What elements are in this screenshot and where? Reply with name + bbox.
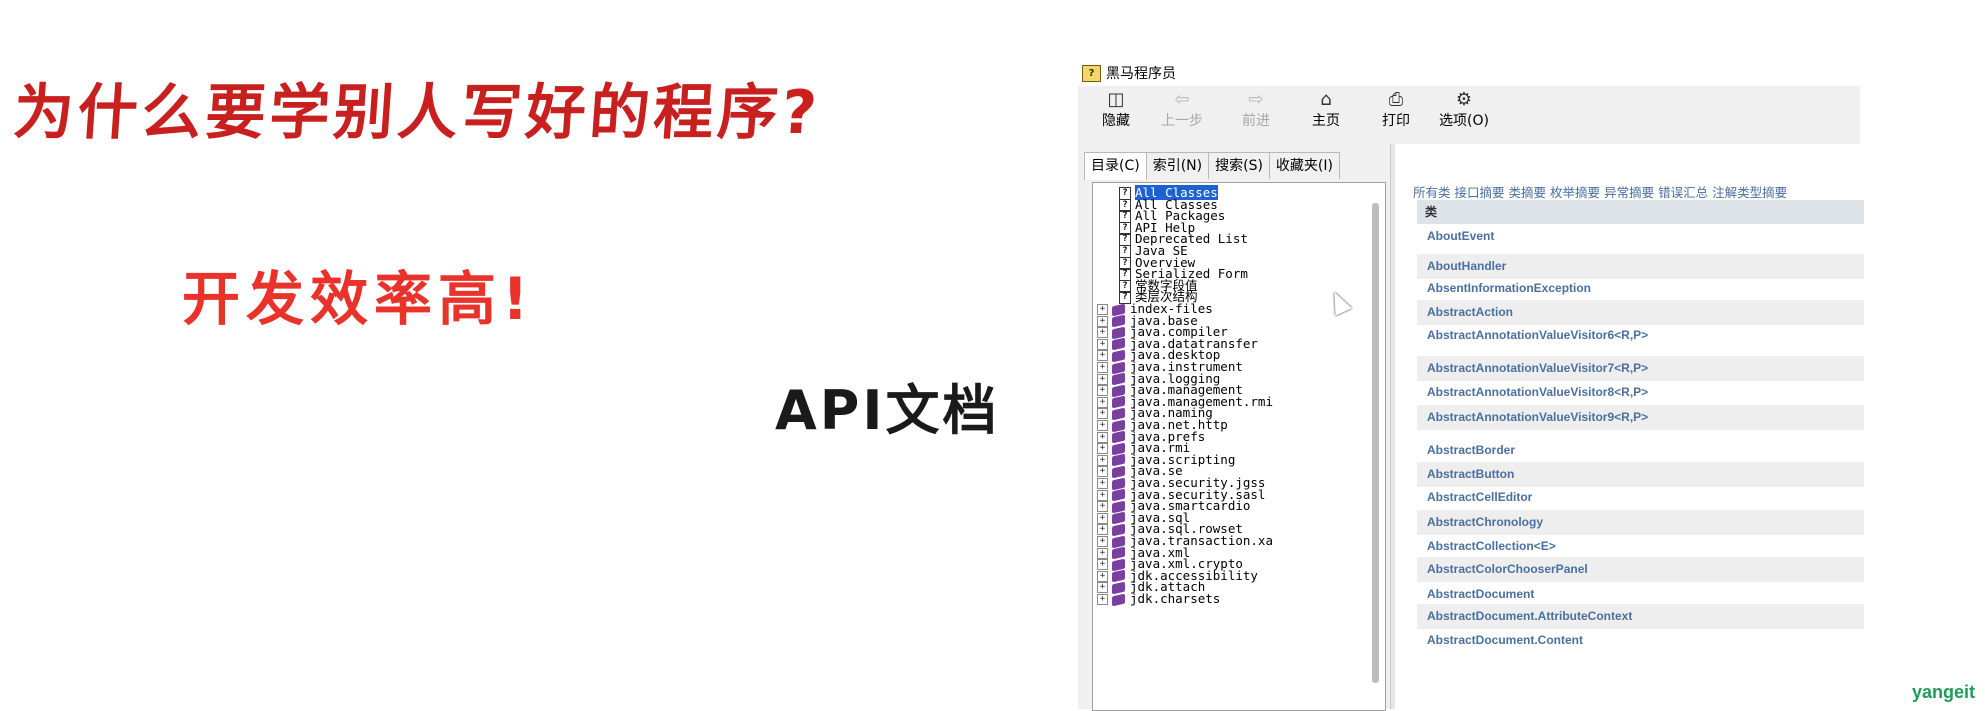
book-icon [1112,593,1125,606]
class-table-header: 类 [1417,200,1864,224]
home-icon: ⌂ [1320,89,1332,110]
class-link[interactable]: AbstractAnnotationValueVisitor8<R,P> [1417,380,1864,405]
class-link[interactable]: AboutEvent [1417,224,1864,249]
tree-item-label: jdk.charsets [1130,591,1221,606]
help-app-icon: ? [1082,64,1101,82]
content-pane: 所有类 接口摘要 类摘要 枚举摘要 异常摘要 错误汇总 注解类型摘要 类 AboutEven… [1391,144,1864,709]
class-link[interactable]: AbstractCellEditor [1417,485,1864,510]
contents-tree[interactable]: ? All Classes? All Classes? All Packages? AP… [1092,182,1386,711]
class-link[interactable]: AbstractBorder [1417,438,1864,463]
navigation-pane: 目录(C) 索引(N) 搜索(S) 收藏夹(I) ? All Classes? Al… [1078,144,1391,711]
forward-button[interactable]: ⇨ 前进 [1224,88,1288,140]
forward-arrow-icon: ⇨ [1248,89,1264,110]
class-link[interactable]: AbstractButton [1417,462,1864,487]
summary-link[interactable]: 异常摘要 [1604,185,1654,200]
tab-index[interactable]: 索引(N) [1145,152,1210,179]
help-window: ? 黑马程序员 ◫ 隐藏 ⇦ 上一步 ⇨ 前进 ⌂ 主页 ⎙ 打印 ⚙ 选项(O… [1078,60,1864,711]
summary-link[interactable]: 接口摘要 [1455,185,1505,200]
api-doc-label: API文档 [775,379,1000,442]
options-button[interactable]: ⚙ 选项(O) [1432,88,1496,140]
tree-item-package[interactable]: + jdk.charsets [1097,592,1220,606]
summary-link[interactable]: 注解类型摘要 [1712,185,1787,200]
summary-link[interactable]: 类摘要 [1509,185,1547,200]
class-link[interactable]: AbsentInformationException [1417,276,1864,301]
tree-scrollbar[interactable] [1372,203,1379,683]
tab-search[interactable]: 搜索(S) [1208,152,1270,179]
tab-contents[interactable]: 目录(C) [1084,152,1147,180]
class-link[interactable]: AbstractCollection<E> [1417,534,1864,559]
summary-link[interactable]: 所有类 [1413,185,1451,200]
window-titlebar: ? 黑马程序员 [1078,60,1860,86]
toolbar: ◫ 隐藏 ⇦ 上一步 ⇨ 前进 ⌂ 主页 ⎙ 打印 ⚙ 选项(O) [1078,86,1860,145]
class-link[interactable]: AbstractChronology [1417,510,1864,535]
hide-pane-icon: ◫ [1107,89,1125,110]
hide-button[interactable]: ◫ 隐藏 [1084,88,1148,140]
class-link[interactable]: AbstractAction [1417,300,1864,325]
class-link[interactable]: AbstractDocument.Content [1417,628,1864,653]
print-button[interactable]: ⎙ 打印 [1364,88,1428,140]
class-link[interactable]: AbstractAnnotationValueVisitor7<R,P> [1417,356,1864,381]
summary-link[interactable]: 错误汇总 [1658,185,1708,200]
nav-tabs: 目录(C) 索引(N) 搜索(S) 收藏夹(I) [1084,152,1340,180]
class-link[interactable]: AbstractDocument.AttributeContext [1417,604,1864,629]
class-link[interactable]: AbstractColorChooserPanel [1417,557,1864,582]
slide-title: 为什么要学别人写好的程序? [11,78,823,148]
back-arrow-icon: ⇦ [1174,89,1190,110]
tab-favorites[interactable]: 收藏夹(I) [1268,152,1340,179]
back-button[interactable]: ⇦ 上一步 [1150,88,1214,140]
options-icon: ⚙ [1455,89,1473,110]
window-title: 黑马程序员 [1106,66,1176,82]
expand-icon[interactable]: + [1097,594,1108,605]
summary-links: 所有类 接口摘要 类摘要 枚举摘要 异常摘要 错误汇总 注解类型摘要 [1413,182,1791,201]
class-link[interactable]: AbstractAnnotationValueVisitor9<R,P> [1417,405,1864,430]
summary-link[interactable]: 枚举摘要 [1550,185,1600,200]
slide-subtitle: 开发效率高! [182,265,535,333]
home-button[interactable]: ⌂ 主页 [1294,88,1358,140]
watermark: yangeit [1911,682,1975,702]
print-icon: ⎙ [1388,89,1404,110]
class-link[interactable]: AbstractAnnotationValueVisitor6<R,P> [1417,323,1864,348]
